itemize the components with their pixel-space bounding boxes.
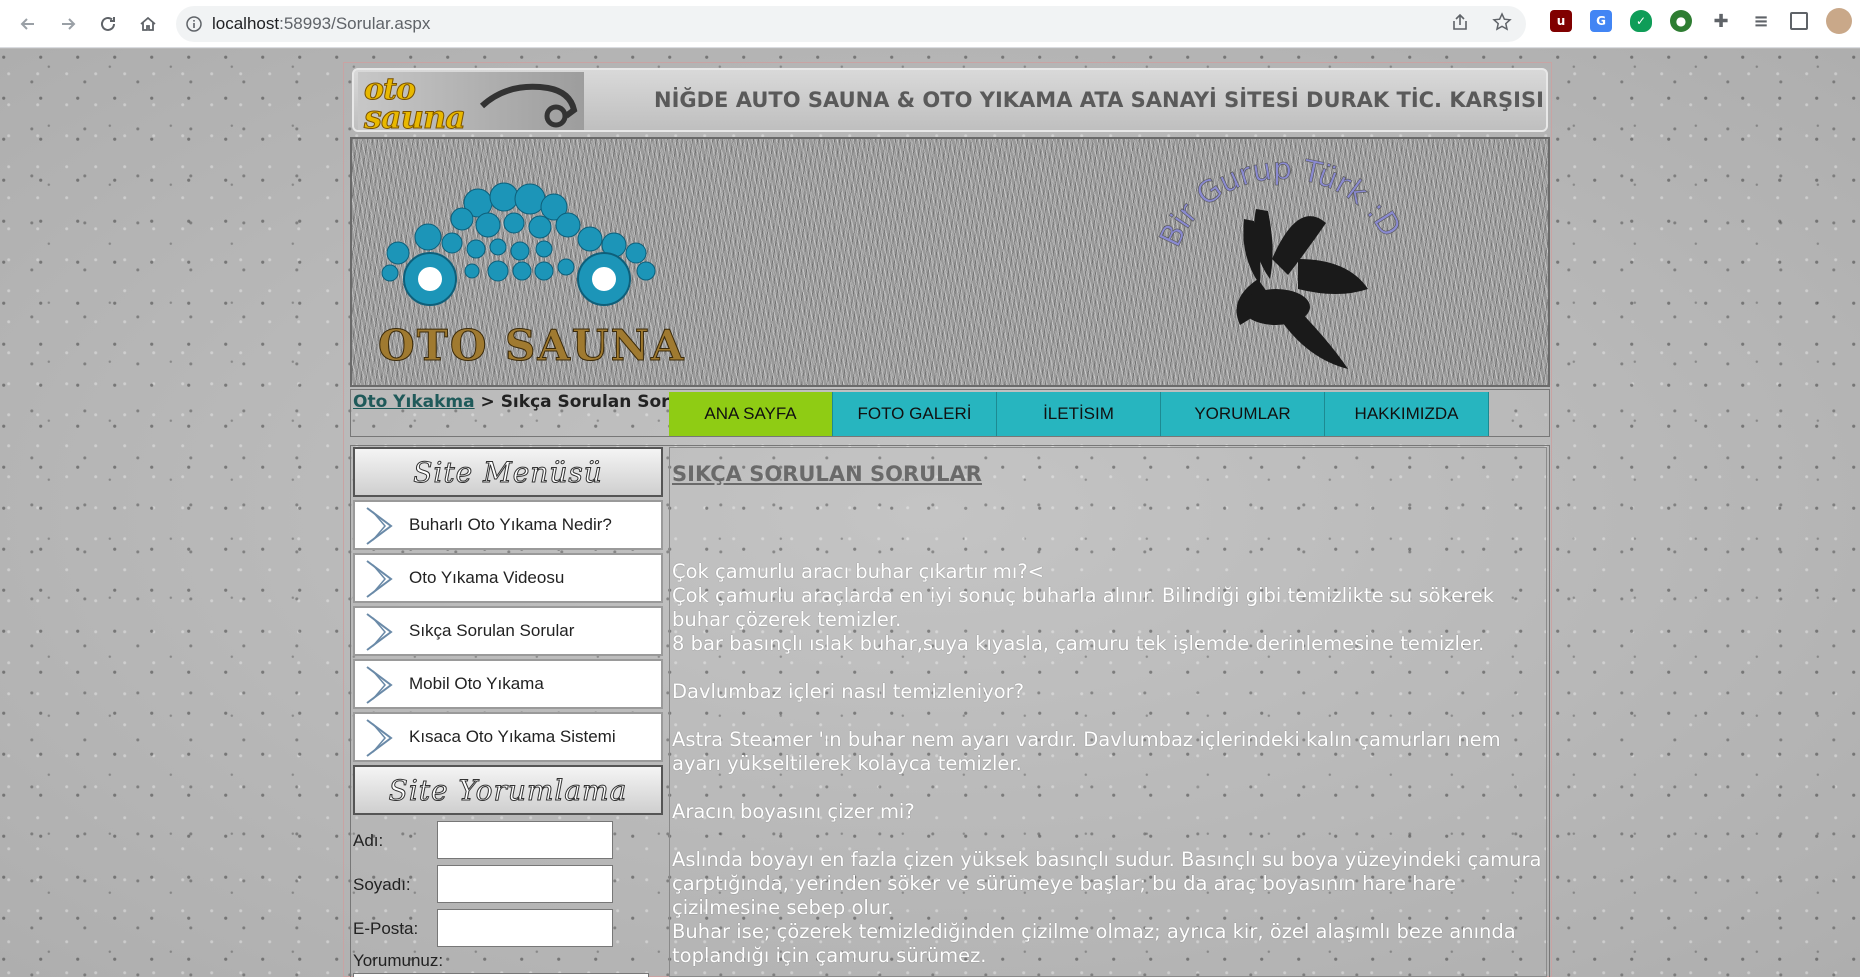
bookmark-star-icon[interactable] — [1492, 12, 1512, 36]
page-heading: SIKÇA SORULAN SORULAR — [672, 462, 982, 486]
bird-logo: Bir Gurup Türk :D — [1153, 151, 1408, 369]
header-marquee: NİĞDE AUTO SAUNA & OTO YIKAMA ATA SANAYİ… — [654, 88, 1548, 112]
globe-extension-icon[interactable]: ● — [1670, 10, 1692, 32]
faq-line — [672, 656, 1542, 680]
address-bar[interactable]: localhost:58993/Sorular.aspx — [176, 6, 1526, 42]
site-info-icon[interactable] — [176, 16, 212, 32]
sidebar-item-label: Buharlı Oto Yıkama Nedir? — [409, 515, 612, 534]
sidebar-item-label: Kısaca Oto Yıkama Sistemi — [409, 727, 616, 746]
faq-line: 8 bar basınçlı ıslak buhar,suya kıyasla,… — [672, 632, 1485, 655]
banner-title: OTO SAUNA — [378, 321, 686, 371]
faq-line: Davlumbaz içleri nasıl temizleniyor? — [672, 680, 1025, 703]
sidebar-item-video[interactable]: Oto Yıkama Videosu — [353, 553, 663, 603]
site-menu-title: Site Menüsü — [353, 447, 663, 497]
faq-line: Aracın boyasını çizer mi? — [672, 800, 915, 823]
forward-icon[interactable] — [48, 4, 88, 44]
menu-ana-sayfa[interactable]: ANA SAYFA — [669, 392, 833, 436]
profile-avatar[interactable] — [1826, 8, 1852, 34]
menu-iletisim[interactable]: İLETİSIM — [997, 392, 1161, 436]
extensions-puzzle-icon[interactable]: ✚ — [1710, 10, 1732, 32]
faq-line: Astra Steamer 'ın buhar nem ayarı vardır… — [672, 728, 1501, 775]
sidebar-item-mobil[interactable]: Mobil Oto Yıkama — [353, 659, 663, 709]
top-header-bar: oto sauna NİĞDE AUTO SAUNA & OTO YIKAMA … — [352, 68, 1548, 132]
home-icon[interactable] — [128, 4, 168, 44]
comment-form: Adı: Soyadı: E-Posta: Yorumunuz: — [353, 819, 663, 977]
share-icon[interactable] — [1450, 12, 1470, 36]
faq-line — [672, 824, 1542, 848]
translate-icon[interactable]: G — [1590, 10, 1612, 32]
sidebar-item-label: Mobil Oto Yıkama — [409, 674, 544, 693]
faq-text: Çok çamurlu aracı buhar çıkartır mı?< Ço… — [672, 560, 1542, 968]
body-frame: Site Menüsü Buharlı Oto Yıkama Nedir? Ot… — [350, 445, 1550, 977]
chevron-right-icon — [366, 666, 393, 704]
svg-text:Bir Gurup Türk :D: Bir Gurup Türk :D — [1153, 152, 1408, 252]
faq-line: Buhar ise; çözerek temizlediğinden çizil… — [672, 920, 1516, 967]
ublock-icon[interactable]: u — [1550, 10, 1572, 32]
menu-foto-galeri[interactable]: FOTO GALERİ — [833, 392, 997, 436]
url-text: localhost:58993/Sorular.aspx — [212, 14, 431, 33]
back-icon[interactable] — [8, 4, 48, 44]
comment-label: Yorumunuz: — [353, 951, 444, 970]
main-menu: ANA SAYFA FOTO GALERİ İLETİSIM YORUMLAR … — [669, 392, 1489, 436]
faq-line: Çok çamurlu aracı buhar çıkartır mı?< — [672, 560, 1045, 583]
sidebar-item-label: Sıkça Sorulan Sorular — [409, 621, 575, 640]
reading-list-icon[interactable]: ≡ — [1750, 10, 1772, 32]
oto-sauna-logo[interactable]: oto sauna — [358, 72, 584, 130]
sidebar-item-buharli[interactable]: Buharlı Oto Yıkama Nedir? — [353, 500, 663, 550]
breadcrumb-link-home[interactable]: Oto Yıkakma — [353, 392, 475, 412]
main-content: SIKÇA SORULAN SORULAR Çok çamurlu aracı … — [669, 447, 1547, 977]
faq-line: Çok çamurlu araçlarda en iyi sonuç buhar… — [672, 584, 1495, 631]
menu-yorumlar[interactable]: YORUMLAR — [1161, 392, 1325, 436]
sidebar-item-label: Oto Yıkama Videosu — [409, 568, 565, 587]
site-banner: OTO SAUNA Bir Gurup Türk :D — [350, 137, 1550, 387]
sidebar-item-sss[interactable]: Sıkça Sorulan Sorular — [353, 606, 663, 656]
chevron-right-icon — [366, 560, 393, 598]
faq-line — [672, 704, 1542, 728]
name-label: Adı: — [353, 831, 384, 850]
faq-line — [672, 776, 1542, 800]
comment-textarea[interactable] — [353, 973, 649, 977]
name-input[interactable] — [437, 821, 613, 859]
sidebar: Site Menüsü Buharlı Oto Yıkama Nedir? Ot… — [353, 447, 663, 977]
car-bubbles-logo — [381, 182, 656, 306]
site-container: oto sauna NİĞDE AUTO SAUNA & OTO YIKAMA … — [343, 62, 1552, 977]
email-label: E-Posta: — [353, 919, 419, 938]
shield-icon[interactable]: ✓ — [1630, 10, 1652, 32]
faq-line: Aslında boyayı en fazla çizen yüksek bas… — [672, 848, 1542, 919]
side-panel-icon[interactable] — [1790, 12, 1808, 30]
chevron-right-icon — [366, 613, 393, 651]
surname-label: Soyadı: — [353, 875, 411, 894]
chevron-right-icon — [366, 719, 393, 757]
menu-hakkimizda[interactable]: HAKKIMIZDA — [1325, 392, 1489, 436]
breadcrumb-menu-row: Oto Yıkakma > Sıkça Sorulan Sorular ANA … — [350, 389, 1550, 437]
surname-input[interactable] — [437, 865, 613, 903]
sidebar-item-kisaca[interactable]: Kısaca Oto Yıkama Sistemi — [353, 712, 663, 762]
reload-icon[interactable] — [88, 4, 128, 44]
breadcrumb: Oto Yıkakma > Sıkça Sorulan Sorular — [353, 392, 708, 412]
email-input[interactable] — [437, 909, 613, 947]
site-comment-title: Site Yorumlama — [353, 765, 663, 815]
browser-toolbar: localhost:58993/Sorular.aspx u G ✓ ● ✚ ≡ — [0, 0, 1860, 48]
chevron-right-icon — [366, 507, 393, 545]
